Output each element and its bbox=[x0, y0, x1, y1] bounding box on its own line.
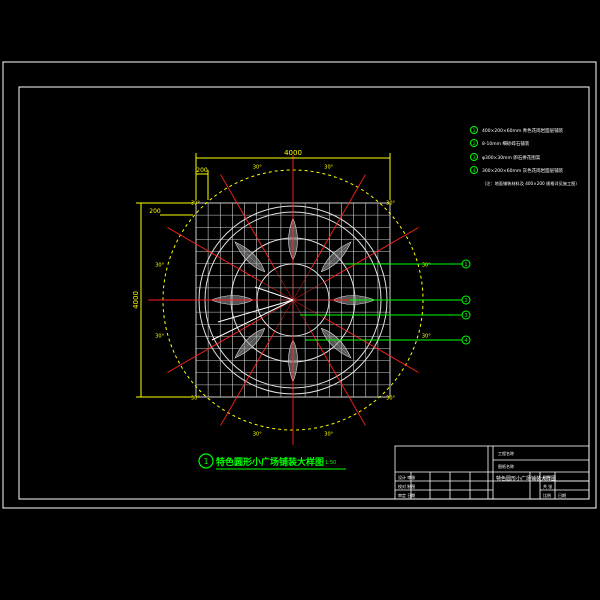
legend-note-3: φ300×30mm 卵石拼花图案 bbox=[482, 154, 541, 161]
dim-overall-height: 4000 bbox=[132, 291, 140, 309]
plan-title-number: 1 bbox=[203, 457, 208, 466]
sheet-border-inner bbox=[18, 86, 590, 500]
angle-label: 30° bbox=[191, 396, 200, 402]
angle-label: 30° bbox=[253, 431, 262, 437]
angle-label: 30° bbox=[324, 165, 333, 171]
svg-text:2: 2 bbox=[473, 141, 476, 147]
pebble-petal bbox=[320, 327, 352, 359]
cad-drawing-canvas: 30°30°30°30°30°30°30°30°30°30°30°30° 400… bbox=[2, 61, 597, 509]
title-block bbox=[394, 445, 590, 500]
angle-label: 30° bbox=[155, 262, 164, 268]
plan-title: 1 特色圆形小广场铺装大样图 1:50 bbox=[198, 453, 346, 470]
dim-offset-y: 200 bbox=[149, 208, 161, 215]
title-block-designer: 设计 审核 bbox=[398, 474, 415, 480]
angle-label: 30° bbox=[324, 431, 333, 437]
pebble-petal bbox=[234, 241, 266, 273]
center-radial-line bbox=[292, 281, 325, 301]
title-block-check: 校对 制图 bbox=[398, 483, 415, 489]
svg-text:4: 4 bbox=[473, 168, 476, 174]
legend-note-4: 300×200×60mm 灰色花岗岩面层铺装 bbox=[482, 167, 564, 174]
legend-notes: 1 2 3 4 400×200×60mm 青色花岗岩面层铺装 8-10mm 细砂… bbox=[470, 126, 580, 187]
svg-text:1: 1 bbox=[464, 262, 467, 268]
center-radial-line bbox=[292, 268, 312, 301]
angle-label: 30° bbox=[155, 334, 164, 340]
center-radial-line bbox=[292, 299, 312, 332]
dim-overall-width: 4000 bbox=[284, 149, 302, 157]
legend-note-1: 400×200×60mm 青色花岗岩面层铺装 bbox=[482, 127, 564, 134]
title-block-scale: 比例 bbox=[543, 492, 551, 498]
title-block-date: 日期 bbox=[558, 492, 566, 498]
title-block-drawing-label: 图纸名称 bbox=[498, 463, 514, 469]
center-radial-line bbox=[274, 268, 294, 301]
pebble-petal bbox=[234, 327, 266, 359]
svg-text:1: 1 bbox=[473, 128, 476, 134]
angle-label: 30° bbox=[386, 200, 395, 206]
legend-note-2: 8-10mm 细砂碎石铺装 bbox=[482, 140, 530, 147]
angle-label: 30° bbox=[422, 262, 431, 268]
title-block-text: 工程名称 图纸名称 设计 审核 校对 制图 审定 日期 特色圆形小广场铺装大样图… bbox=[398, 450, 566, 498]
angle-label: 30° bbox=[422, 334, 431, 340]
plan-title-scale: 1:50 bbox=[325, 460, 336, 466]
title-block-approve: 审定 日期 bbox=[398, 492, 415, 498]
svg-text:3: 3 bbox=[473, 155, 476, 161]
svg-text:2: 2 bbox=[464, 298, 467, 304]
title-block-sheet: 共 张 bbox=[543, 483, 552, 489]
svg-text:4: 4 bbox=[464, 338, 467, 344]
svg-text:3: 3 bbox=[464, 313, 467, 319]
title-block-project-label: 工程名称 bbox=[498, 450, 514, 456]
plan-title-text: 特色圆形小广场铺装大样图 bbox=[216, 456, 324, 468]
dim-offset-x: 200 bbox=[196, 167, 208, 174]
angle-label: 30° bbox=[253, 165, 262, 171]
pebble-petal bbox=[320, 241, 352, 273]
title-block-drawing-no: 图号 bbox=[543, 474, 551, 480]
legend-note-5: （注：地面铺装材料及 400×200 规格详见施工图） bbox=[482, 180, 580, 187]
angle-label: 30° bbox=[386, 396, 395, 402]
